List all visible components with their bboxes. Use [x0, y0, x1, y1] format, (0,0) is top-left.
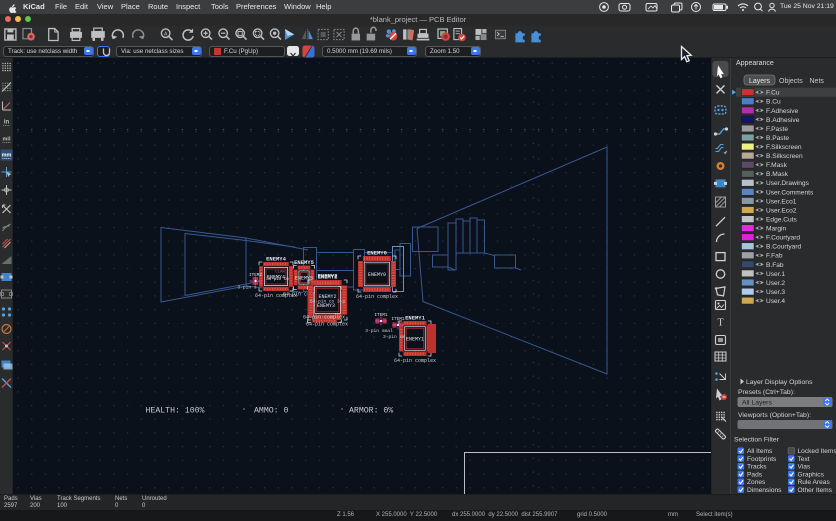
svg-text:ENEMY5: ENEMY5: [294, 259, 315, 266]
svg-text:Zones: Zones: [747, 479, 766, 486]
svg-text:64-pin complex: 64-pin complex: [356, 294, 398, 300]
svg-text:User.Eco1: User.Eco1: [766, 198, 797, 205]
svg-text:User.Comments: User.Comments: [766, 189, 814, 196]
svg-text:Tracks: Tracks: [747, 464, 767, 471]
svg-text:Objects: Objects: [779, 78, 803, 85]
svg-text:F.Mask: F.Mask: [766, 162, 788, 169]
svg-text:Presets (Ctrl+Tab):: Presets (Ctrl+Tab):: [738, 389, 795, 396]
svg-text:ENEMY4: ENEMY4: [266, 256, 287, 263]
svg-text:Layers: Layers: [749, 78, 771, 85]
svg-text:Rule Areas: Rule Areas: [798, 479, 831, 486]
svg-text:ELA07A-5: ELA07A-5: [317, 281, 339, 287]
svg-text:Locked Items: Locked Items: [798, 448, 836, 455]
svg-text:3-pin smal: 3-pin smal: [365, 328, 393, 334]
svg-text:Edge.Cuts: Edge.Cuts: [766, 216, 797, 223]
svg-text:Dimensions: Dimensions: [747, 487, 782, 494]
svg-text:User.3: User.3: [766, 289, 785, 296]
svg-text:Pads: Pads: [747, 471, 763, 478]
svg-text:B.Fab: B.Fab: [766, 262, 784, 269]
svg-text:User.1: User.1: [766, 271, 785, 278]
svg-text:64-pin complex: 64-pin complex: [394, 358, 436, 364]
svg-text:B.Courtyard: B.Courtyard: [766, 244, 802, 251]
svg-text:Margin: Margin: [766, 226, 786, 233]
svg-text:Nets: Nets: [810, 78, 825, 85]
svg-text:F.Courtyard: F.Courtyard: [766, 235, 800, 242]
svg-text:ENEMY0: ENEMY0: [367, 250, 387, 257]
svg-text:F.Adhesive: F.Adhesive: [766, 108, 799, 115]
svg-text:ENEMY3: ENEMY3: [317, 303, 335, 309]
svg-text:Vias: Vias: [798, 464, 811, 471]
svg-text:All Layers: All Layers: [742, 400, 772, 407]
svg-text:F.Silkscreen: F.Silkscreen: [766, 144, 802, 151]
svg-text:Other Items: Other Items: [798, 487, 833, 494]
svg-text:Graphics: Graphics: [798, 471, 825, 478]
svg-text:Viewports (Option+Tab):: Viewports (Option+Tab):: [738, 412, 811, 419]
svg-text:3-pin sm: 3-pin sm: [383, 334, 405, 340]
svg-text:F.Paste: F.Paste: [766, 126, 788, 133]
svg-text:AMMO: 0: AMMO: 0: [254, 407, 288, 416]
svg-text:ARMOR: 0%: ARMOR: 0%: [349, 407, 393, 416]
svg-text:T: T: [717, 318, 723, 329]
svg-text:B.Silkscreen: B.Silkscreen: [766, 153, 803, 160]
svg-text:ENEMY0: ENEMY0: [368, 272, 386, 278]
svg-text:User.4: User.4: [766, 298, 785, 305]
svg-text:All Items: All Items: [747, 448, 773, 455]
svg-text:64-pin complex: 64-pin complex: [306, 322, 348, 328]
svg-text:ENEMY2: ENEMY2: [318, 273, 338, 280]
svg-text:CLAW: CLAW: [275, 271, 285, 275]
svg-text:F.Cu: F.Cu: [766, 90, 780, 97]
svg-text:ENEMY1: ENEMY1: [406, 337, 424, 343]
svg-text:B.Paste: B.Paste: [766, 135, 789, 142]
svg-text:B.Adhesive: B.Adhesive: [766, 117, 800, 124]
svg-text:User.Drawings: User.Drawings: [766, 180, 810, 187]
svg-text:36-pin co: 36-pin co: [266, 277, 289, 282]
svg-text:3-pin s: 3-pin s: [237, 285, 257, 291]
svg-text:B.Mask: B.Mask: [766, 171, 789, 178]
svg-text:in: in: [4, 120, 10, 126]
svg-text:mm: mm: [2, 153, 12, 159]
svg-text:A: A: [164, 31, 168, 37]
svg-text:Text: Text: [798, 456, 810, 463]
svg-text:Footprints: Footprints: [747, 456, 777, 463]
svg-text:Layer Display Options: Layer Display Options: [746, 379, 813, 386]
svg-text:B.Cu: B.Cu: [766, 99, 781, 106]
svg-text:64-pin complex: 64-pin complex: [303, 315, 345, 321]
svg-text:Selection Filter: Selection Filter: [734, 437, 780, 444]
svg-text:mil: mil: [3, 137, 11, 143]
svg-text:User.Eco2: User.Eco2: [766, 207, 797, 214]
svg-text:ENEMY5: ENEMY5: [295, 276, 313, 282]
svg-text:HEALTH: 100%: HEALTH: 100%: [146, 407, 205, 416]
svg-text:ENEMY1: ENEMY1: [405, 315, 426, 322]
svg-text:F.Fab: F.Fab: [766, 253, 783, 260]
svg-text:User.2: User.2: [766, 280, 785, 287]
